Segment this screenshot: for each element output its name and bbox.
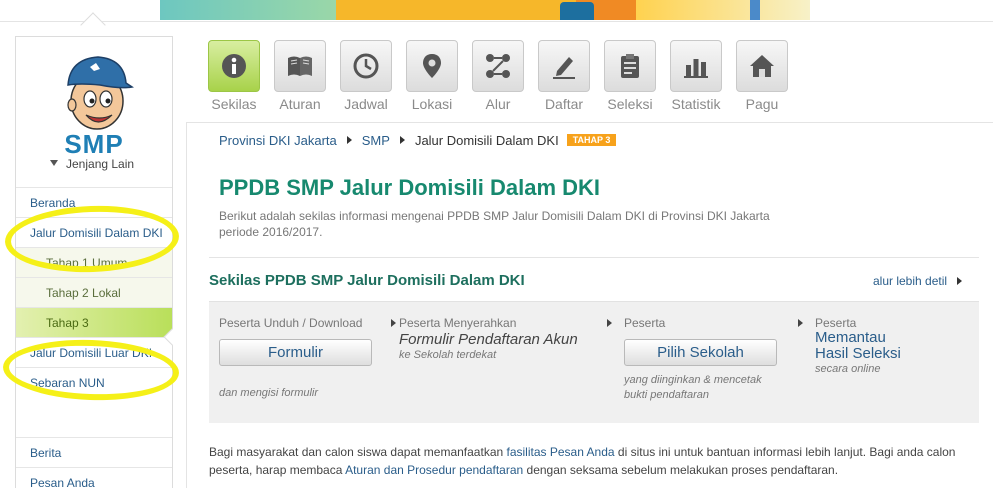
nav-alur[interactable]: Alur xyxy=(471,40,525,112)
info-paragraph: Bagi masyarakat dan calon siswa dapat me… xyxy=(209,443,969,479)
chevron-right-icon xyxy=(346,136,352,144)
step-note: yang diinginkan & mencetak xyxy=(624,374,762,386)
nav-label: Alur xyxy=(485,96,511,112)
nav-label: Daftar xyxy=(544,96,584,112)
nav-pagu[interactable]: Pagu xyxy=(735,40,789,112)
step-2: Peserta Menyerahkan Formulir Pendaftaran… xyxy=(399,316,612,363)
bar-chart-icon xyxy=(684,59,708,78)
formulir-button[interactable]: Formulir xyxy=(219,339,372,366)
nav-label: Statistik xyxy=(671,96,721,112)
nav-sekilas[interactable]: Sekilas xyxy=(207,40,261,112)
sidebar-menu-secondary: Berita Pesan Anda xyxy=(16,437,172,488)
step-note: dan mengisi formulir xyxy=(219,387,319,399)
step-1: Peserta Unduh / Download Formulir dan me… xyxy=(219,316,396,401)
nav-label: Aturan xyxy=(279,96,321,112)
chevron-right-icon xyxy=(391,319,396,327)
book-icon xyxy=(288,56,312,76)
flow-detail-link[interactable]: alur lebih detil xyxy=(873,274,963,288)
step-note: bukti pendaftaran xyxy=(624,389,710,401)
map-pin-icon xyxy=(423,54,441,78)
home-icon xyxy=(750,55,774,77)
nav-statistik[interactable]: Statistik xyxy=(669,40,723,112)
sidebar-item-berita[interactable]: Berita xyxy=(16,437,172,467)
breadcrumb: Provinsi DKI Jakarta SMP Jalur Domisili Da… xyxy=(219,133,617,148)
pilih-sekolah-button[interactable]: Pilih Sekolah xyxy=(624,339,777,366)
step-heading: Peserta Unduh / Download xyxy=(219,316,363,330)
sidebar-item-pesan-anda[interactable]: Pesan Anda xyxy=(16,467,172,488)
caret-down-icon xyxy=(50,160,58,166)
nav-label: Sekilas xyxy=(211,96,257,112)
steps-panel: Peserta Unduh / Download Formulir dan me… xyxy=(209,301,979,423)
step-heading: Peserta Menyerahkan xyxy=(399,316,517,330)
section-title: Sekilas PPDB SMP Jalur Domisili Dalam DK… xyxy=(209,272,525,289)
step-heading: Peserta xyxy=(815,316,857,330)
chevron-right-icon xyxy=(798,319,803,327)
chevron-right-icon xyxy=(957,277,963,285)
smp-mascot-logo[interactable] xyxy=(60,49,134,139)
info-icon xyxy=(222,54,246,78)
pesan-anda-link[interactable]: fasilitas Pesan Anda xyxy=(507,445,615,459)
nav-label: Pagu xyxy=(745,96,779,112)
nav-seleksi[interactable]: Seleksi xyxy=(603,40,657,112)
step-emphasis: Memantau xyxy=(815,329,886,346)
step-emphasis: Hasil Seleksi xyxy=(815,345,901,362)
brand-title: SMP xyxy=(64,129,124,159)
page-title: PPDB SMP Jalur Domisili Dalam DKI xyxy=(219,175,601,200)
breadcrumb-province-link[interactable]: Provinsi DKI Jakarta xyxy=(219,133,337,148)
clock-icon xyxy=(353,53,379,79)
aturan-prosedur-link[interactable]: Aturan dan Prosedur pendaftaran xyxy=(345,463,523,477)
step-emphasis: Formulir Pendaftaran Akun xyxy=(399,331,578,348)
flow-icon xyxy=(486,54,510,78)
section-divider xyxy=(209,257,979,258)
nav-lokasi[interactable]: Lokasi xyxy=(405,40,459,112)
page-description: Berikut adalah sekilas informasi mengena… xyxy=(219,209,770,239)
nav-label: Lokasi xyxy=(411,96,453,112)
nav-aturan[interactable]: Aturan xyxy=(273,40,327,112)
sidebar-subitem-tahap-2-lokal[interactable]: Tahap 2 Lokal xyxy=(16,277,172,307)
nav-daftar[interactable]: Daftar xyxy=(537,40,591,112)
info-text: Bagi masyarakat dan calon siswa dapat me… xyxy=(209,445,507,459)
clipboard-icon xyxy=(621,54,639,78)
step-4: Peserta Memantau Hasil Seleksi secara on… xyxy=(815,316,901,377)
info-text: dengan seksama sebelum melakukan proses … xyxy=(523,463,839,477)
top-banner-bar xyxy=(0,0,993,22)
step-heading: Peserta xyxy=(624,316,666,330)
jenjang-label: Jenjang Lain xyxy=(66,157,135,171)
nav-label: Jadwal xyxy=(344,96,388,112)
step-note: ke Sekolah terdekat xyxy=(399,349,497,361)
jenjang-dropdown[interactable]: Jenjang Lain xyxy=(50,157,134,171)
flow-detail-label: alur lebih detil xyxy=(873,274,948,288)
nav-jadwal[interactable]: Jadwal xyxy=(339,40,393,112)
step-3: Peserta Pilih Sekolah yang diinginkan & … xyxy=(624,316,803,403)
stage-badge: TAHAP 3 xyxy=(566,134,617,146)
breadcrumb-current: Jalur Domisili Dalam DKI xyxy=(414,133,559,148)
main-panel: Provinsi DKI Jakarta SMP Jalur Domisili Da… xyxy=(186,122,993,488)
pen-icon xyxy=(553,57,575,79)
breadcrumb-level-link[interactable]: SMP xyxy=(362,133,390,148)
nav-label: Seleksi xyxy=(607,96,653,112)
chevron-right-icon xyxy=(399,136,405,144)
promo-banner-image[interactable] xyxy=(160,0,810,20)
chevron-right-icon xyxy=(607,319,612,327)
step-note: secara online xyxy=(815,363,881,375)
sidebar-subitem-tahap-3[interactable]: Tahap 3 xyxy=(16,307,172,337)
